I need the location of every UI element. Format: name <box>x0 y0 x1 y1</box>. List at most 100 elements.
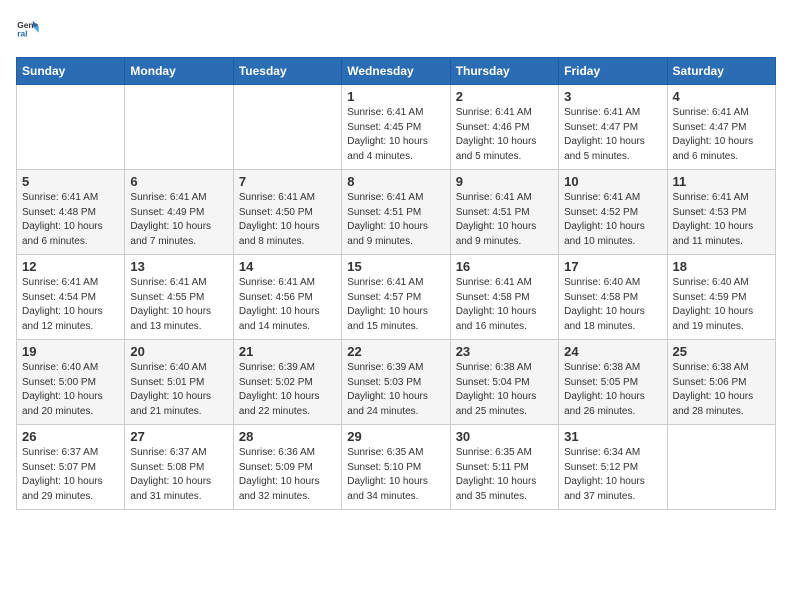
day-number: 12 <box>22 259 119 274</box>
calendar-cell: 2Sunrise: 6:41 AM Sunset: 4:46 PM Daylig… <box>450 85 558 170</box>
calendar-cell <box>17 85 125 170</box>
day-number: 27 <box>130 429 227 444</box>
day-number: 13 <box>130 259 227 274</box>
logo-graphic: Gene ral <box>16 16 40 45</box>
day-number: 7 <box>239 174 336 189</box>
day-info: Sunrise: 6:41 AM Sunset: 4:56 PM Dayligh… <box>239 276 336 334</box>
calendar-cell: 19 Sunrise: 6:40 AM Sunset: 5:00 PM Dayli… <box>17 340 125 425</box>
calendar-cell <box>125 85 233 170</box>
calendar-cell: 18Sunrise: 6:40 AM Sunset: 4:59 PM Dayli… <box>667 255 775 340</box>
day-info: Sunrise: 6:41 AM Sunset: 4:50 PM Dayligh… <box>239 191 336 249</box>
calendar-week-row: 5 Sunrise: 6:41 AM Sunset: 4:48 PM Daylig… <box>17 170 776 255</box>
day-info: Sunrise: 6:38 AM Sunset: 5:05 PM Dayligh… <box>564 361 661 419</box>
calendar-cell: 6 Sunrise: 6:41 AM Sunset: 4:49 PM Daylig… <box>125 170 233 255</box>
day-number: 10 <box>564 174 661 189</box>
calendar-cell: 9 Sunrise: 6:41 AM Sunset: 4:51 PM Daylig… <box>450 170 558 255</box>
day-info: Sunrise: 6:41 AM Sunset: 4:47 PM Dayligh… <box>673 106 770 164</box>
calendar-cell: 29Sunrise: 6:35 AM Sunset: 5:10 PM Dayli… <box>342 425 450 510</box>
day-info: Sunrise: 6:41 AM Sunset: 4:51 PM Dayligh… <box>347 191 444 249</box>
calendar-cell: 10 Sunrise: 6:41 AM Sunset: 4:52 PM Dayli… <box>559 170 667 255</box>
calendar-cell: 30 Sunrise: 6:35 AM Sunset: 5:11 PM Dayli… <box>450 425 558 510</box>
day-number: 9 <box>456 174 553 189</box>
calendar-week-row: 12Sunrise: 6:41 AM Sunset: 4:54 PM Dayli… <box>17 255 776 340</box>
day-number: 28 <box>239 429 336 444</box>
day-number: 19 <box>22 344 119 359</box>
calendar-cell: 25Sunrise: 6:38 AM Sunset: 5:06 PM Dayli… <box>667 340 775 425</box>
day-number: 20 <box>130 344 227 359</box>
day-of-week-header: Thursday <box>450 58 558 85</box>
calendar-cell: 16 Sunrise: 6:41 AM Sunset: 4:58 PM Dayli… <box>450 255 558 340</box>
day-of-week-header: Friday <box>559 58 667 85</box>
day-info: Sunrise: 6:41 AM Sunset: 4:58 PM Dayligh… <box>456 276 553 334</box>
calendar-cell: 20 Sunrise: 6:40 AM Sunset: 5:01 PM Dayli… <box>125 340 233 425</box>
day-info: Sunrise: 6:41 AM Sunset: 4:53 PM Dayligh… <box>673 191 770 249</box>
calendar-cell: 8Sunrise: 6:41 AM Sunset: 4:51 PM Daylig… <box>342 170 450 255</box>
calendar-cell: 1 Sunrise: 6:41 AM Sunset: 4:45 PM Daylig… <box>342 85 450 170</box>
day-info: Sunrise: 6:34 AM Sunset: 5:12 PM Dayligh… <box>564 446 661 504</box>
day-info: Sunrise: 6:41 AM Sunset: 4:55 PM Dayligh… <box>130 276 227 334</box>
day-number: 1 <box>347 89 444 104</box>
day-number: 16 <box>456 259 553 274</box>
day-info: Sunrise: 6:38 AM Sunset: 5:04 PM Dayligh… <box>456 361 553 419</box>
day-of-week-header: Wednesday <box>342 58 450 85</box>
day-number: 11 <box>673 174 770 189</box>
calendar-cell: 4Sunrise: 6:41 AM Sunset: 4:47 PM Daylig… <box>667 85 775 170</box>
day-number: 14 <box>239 259 336 274</box>
day-number: 6 <box>130 174 227 189</box>
day-number: 15 <box>347 259 444 274</box>
calendar-cell: 28Sunrise: 6:36 AM Sunset: 5:09 PM Dayli… <box>233 425 341 510</box>
day-number: 26 <box>22 429 119 444</box>
day-info: Sunrise: 6:39 AM Sunset: 5:03 PM Dayligh… <box>347 361 444 419</box>
day-info: Sunrise: 6:38 AM Sunset: 5:06 PM Dayligh… <box>673 361 770 419</box>
day-info: Sunrise: 6:40 AM Sunset: 4:58 PM Dayligh… <box>564 276 661 334</box>
day-number: 30 <box>456 429 553 444</box>
day-number: 31 <box>564 429 661 444</box>
day-number: 5 <box>22 174 119 189</box>
calendar-table: SundayMondayTuesdayWednesdayThursdayFrid… <box>16 57 776 510</box>
day-info: Sunrise: 6:41 AM Sunset: 4:49 PM Dayligh… <box>130 191 227 249</box>
calendar-week-row: 1 Sunrise: 6:41 AM Sunset: 4:45 PM Daylig… <box>17 85 776 170</box>
calendar-cell: 5 Sunrise: 6:41 AM Sunset: 4:48 PM Daylig… <box>17 170 125 255</box>
svg-text:ral: ral <box>17 28 27 38</box>
calendar-cell: 27Sunrise: 6:37 AM Sunset: 5:08 PM Dayli… <box>125 425 233 510</box>
day-number: 24 <box>564 344 661 359</box>
calendar-cell: 11 Sunrise: 6:41 AM Sunset: 4:53 PM Dayli… <box>667 170 775 255</box>
day-info: Sunrise: 6:40 AM Sunset: 4:59 PM Dayligh… <box>673 276 770 334</box>
calendar-cell: 3Sunrise: 6:41 AM Sunset: 4:47 PM Daylig… <box>559 85 667 170</box>
day-info: Sunrise: 6:37 AM Sunset: 5:07 PM Dayligh… <box>22 446 119 504</box>
calendar-week-row: 19 Sunrise: 6:40 AM Sunset: 5:00 PM Dayli… <box>17 340 776 425</box>
day-info: Sunrise: 6:35 AM Sunset: 5:11 PM Dayligh… <box>456 446 553 504</box>
calendar-cell: 17 Sunrise: 6:40 AM Sunset: 4:58 PM Dayli… <box>559 255 667 340</box>
calendar-cell: 7 Sunrise: 6:41 AM Sunset: 4:50 PM Daylig… <box>233 170 341 255</box>
day-number: 29 <box>347 429 444 444</box>
calendar-cell: 21Sunrise: 6:39 AM Sunset: 5:02 PM Dayli… <box>233 340 341 425</box>
day-of-week-header: Saturday <box>667 58 775 85</box>
calendar-cell: 26 Sunrise: 6:37 AM Sunset: 5:07 PM Dayli… <box>17 425 125 510</box>
calendar-cell: 31 Sunrise: 6:34 AM Sunset: 5:12 PM Dayli… <box>559 425 667 510</box>
day-info: Sunrise: 6:41 AM Sunset: 4:51 PM Dayligh… <box>456 191 553 249</box>
calendar-week-row: 26 Sunrise: 6:37 AM Sunset: 5:07 PM Dayli… <box>17 425 776 510</box>
day-number: 17 <box>564 259 661 274</box>
page-header: Gene ral <box>16 16 776 45</box>
calendar-cell: 22 Sunrise: 6:39 AM Sunset: 5:03 PM Dayli… <box>342 340 450 425</box>
day-info: Sunrise: 6:41 AM Sunset: 4:52 PM Dayligh… <box>564 191 661 249</box>
calendar-cell <box>233 85 341 170</box>
calendar-cell: 12Sunrise: 6:41 AM Sunset: 4:54 PM Dayli… <box>17 255 125 340</box>
calendar-cell: 24 Sunrise: 6:38 AM Sunset: 5:05 PM Dayli… <box>559 340 667 425</box>
day-info: Sunrise: 6:41 AM Sunset: 4:46 PM Dayligh… <box>456 106 553 164</box>
day-info: Sunrise: 6:41 AM Sunset: 4:45 PM Dayligh… <box>347 106 444 164</box>
day-info: Sunrise: 6:41 AM Sunset: 4:48 PM Dayligh… <box>22 191 119 249</box>
day-info: Sunrise: 6:40 AM Sunset: 5:00 PM Dayligh… <box>22 361 119 419</box>
calendar-cell <box>667 425 775 510</box>
calendar-cell: 14 Sunrise: 6:41 AM Sunset: 4:56 PM Dayli… <box>233 255 341 340</box>
day-info: Sunrise: 6:40 AM Sunset: 5:01 PM Dayligh… <box>130 361 227 419</box>
day-number: 23 <box>456 344 553 359</box>
day-info: Sunrise: 6:39 AM Sunset: 5:02 PM Dayligh… <box>239 361 336 419</box>
calendar-cell: 23 Sunrise: 6:38 AM Sunset: 5:04 PM Dayli… <box>450 340 558 425</box>
day-info: Sunrise: 6:41 AM Sunset: 4:57 PM Dayligh… <box>347 276 444 334</box>
day-number: 22 <box>347 344 444 359</box>
day-of-week-header: Tuesday <box>233 58 341 85</box>
day-number: 3 <box>564 89 661 104</box>
calendar-cell: 13 Sunrise: 6:41 AM Sunset: 4:55 PM Dayli… <box>125 255 233 340</box>
day-of-week-header: Monday <box>125 58 233 85</box>
